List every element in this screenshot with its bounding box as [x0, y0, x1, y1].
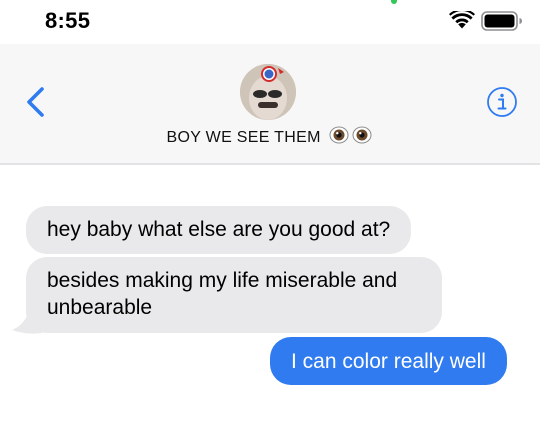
privacy-indicator-dot — [391, 0, 397, 4]
status-bar: 8:55 — [0, 0, 540, 44]
contact-avatar[interactable] — [240, 64, 296, 120]
wifi-icon — [449, 11, 475, 29]
conversation-header: BOY WE SEE THEM — [0, 44, 540, 165]
contact-name-text: BOY WE SEE THEM — [166, 129, 321, 146]
contact-name[interactable]: BOY WE SEE THEM — [0, 126, 540, 147]
incoming-bubble-tail — [12, 313, 42, 334]
message-bubble-incoming[interactable]: hey baby what else are you good at? — [26, 206, 412, 254]
avatar-image — [240, 64, 296, 120]
message-bubble-incoming[interactable]: besides making my life miserable and unb… — [26, 257, 442, 333]
info-icon[interactable] — [486, 86, 518, 118]
chevron-left-icon[interactable] — [22, 84, 52, 120]
eyes-emoji-icon — [329, 126, 372, 144]
battery-icon — [481, 11, 522, 31]
message-bubble-outgoing[interactable]: I can color really well — [270, 337, 507, 385]
status-time: 8:55 — [45, 8, 91, 33]
message-thread: hey baby what else are you good at? besi… — [0, 167, 540, 437]
